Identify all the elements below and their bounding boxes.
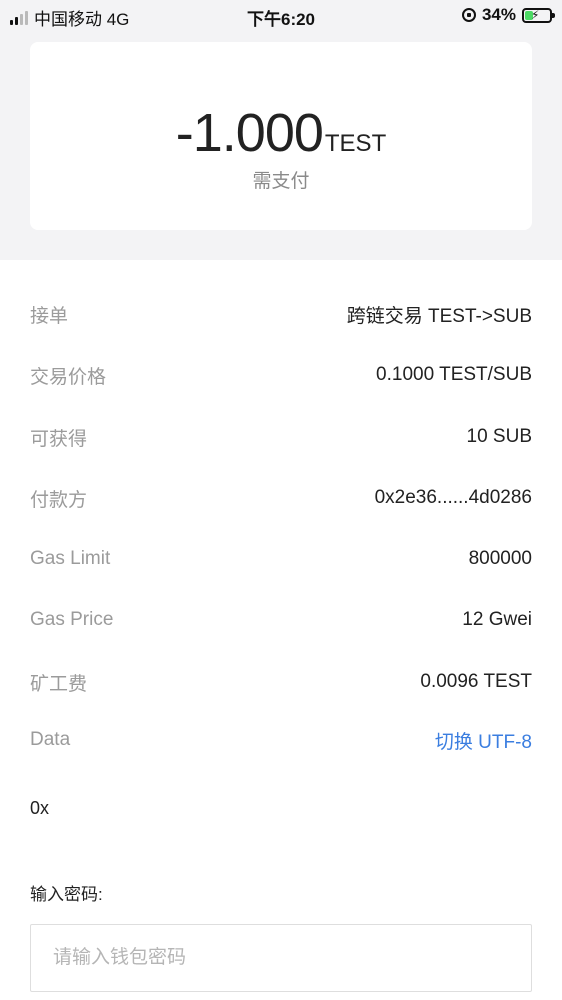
payment-unit: TEST: [324, 130, 387, 157]
amount-card: -1.000TEST 需支付: [30, 42, 532, 230]
password-label: 输入密码:: [30, 885, 103, 904]
status-right: 34% ⚡: [461, 5, 555, 25]
detail-row-data: Data 切换 UTF-8: [30, 720, 532, 760]
detail-row-payer: 付款方 0x2e36......4d0286: [30, 478, 532, 518]
payment-caption: 需支付: [252, 171, 310, 192]
detail-label: 付款方: [30, 489, 88, 511]
charging-bolt-icon: ⚡: [531, 7, 540, 22]
data-label: Data: [30, 729, 71, 750]
battery-percent: 34%: [481, 5, 516, 24]
detail-value: 跨链交易 TEST->SUB: [346, 305, 532, 327]
detail-row-gas-price: Gas Price 12 Gwei: [30, 600, 532, 640]
detail-value: 800000: [468, 548, 532, 569]
detail-value: 0.1000 TEST/SUB: [376, 364, 532, 385]
detail-row-price: 交易价格 0.1000 TEST/SUB: [30, 355, 532, 395]
detail-value: 0.0096 TEST: [420, 671, 532, 692]
detail-label: 接单: [30, 305, 69, 327]
detail-row-miner-fee: 矿工费 0.0096 TEST: [30, 662, 532, 702]
amount-line: -1.000TEST: [30, 102, 532, 164]
payment-summary-section: -1.000TEST 需支付: [0, 32, 562, 260]
switch-utf8-button[interactable]: 切换 UTF-8: [435, 727, 532, 754]
password-input[interactable]: [30, 924, 532, 992]
battery-charging-icon: ⚡: [522, 7, 555, 23]
detail-row-gas-limit: Gas Limit 800000: [30, 539, 532, 579]
detail-label: 可获得: [30, 428, 88, 450]
payment-amount: -1.000: [175, 103, 324, 163]
detail-value: 10 SUB: [466, 426, 532, 447]
rotation-lock-icon: [461, 8, 476, 22]
detail-value: 12 Gwei: [462, 609, 532, 630]
detail-label: Gas Limit: [30, 548, 111, 569]
detail-label: 交易价格: [30, 366, 107, 388]
detail-row-receivable: 可获得 10 SUB: [30, 417, 532, 457]
detail-label: 矿工费: [30, 673, 88, 695]
detail-row-order: 接单 跨链交易 TEST->SUB: [30, 294, 532, 334]
data-hex-value: 0x: [30, 798, 50, 818]
status-bar: 中国移动 4G 下午6:20 34% ⚡: [0, 0, 562, 32]
detail-value: 0x2e36......4d0286: [374, 487, 532, 508]
detail-label: Gas Price: [30, 609, 114, 630]
